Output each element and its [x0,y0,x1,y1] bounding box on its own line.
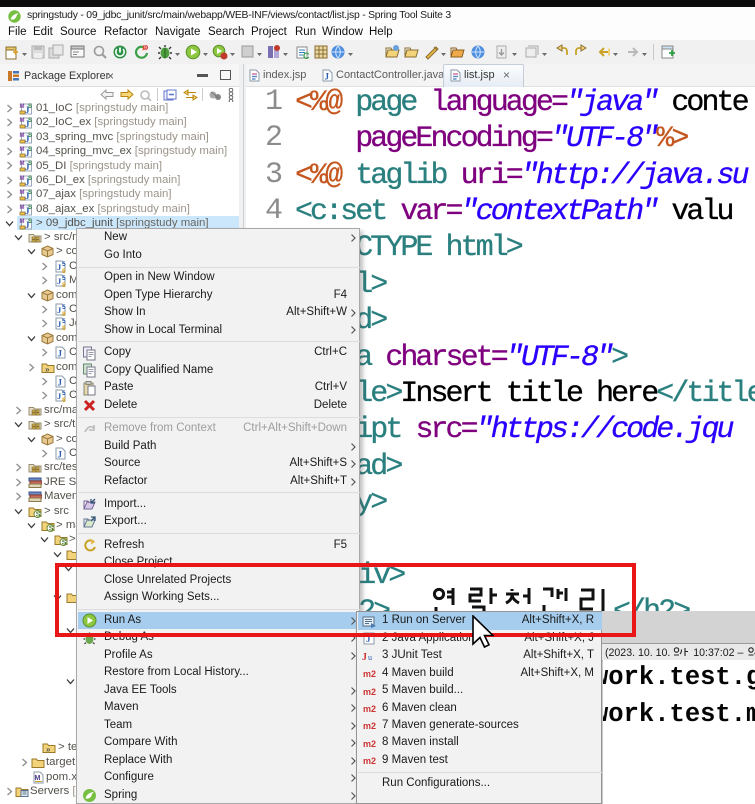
svg-text:M: M [20,147,25,153]
svg-text:»: » [45,365,50,374]
svg-text:M: M [35,775,41,782]
svg-text:8: 8 [62,268,66,273]
svg-text:S: S [28,147,32,153]
svg-text:»: » [46,745,51,754]
svg-text:m2: m2 [363,687,376,697]
svg-text:M: M [20,104,25,110]
svg-text:S: S [62,540,67,547]
svg-text:J: J [58,449,63,459]
svg-text:8: 8 [62,325,66,330]
svg-text:m2: m2 [363,721,376,731]
svg-text:S: S [28,190,32,196]
svg-text:S: S [28,133,32,139]
svg-text:5: 5 [62,275,66,282]
svg-text:8: 8 [62,282,66,287]
svg-text:m2: m2 [363,704,376,714]
svg-text:8: 8 [62,311,66,316]
svg-text:M: M [20,190,25,196]
svg-text:m2: m2 [363,739,376,749]
svg-text:5: 5 [62,390,66,397]
svg-text:m2: m2 [363,669,376,679]
svg-text:u: u [368,653,372,662]
svg-text:S: S [28,176,32,182]
svg-text:J: J [58,349,63,359]
svg-text:M: M [20,118,25,124]
svg-text:C: C [303,51,310,60]
svg-text:S: S [28,161,32,167]
svg-text:S: S [28,219,32,225]
svg-text:M: M [20,161,25,167]
svg-text:5: 5 [62,304,66,311]
svg-text:5: 5 [62,318,66,325]
svg-text:M: M [20,219,25,225]
svg-text:M: M [20,205,25,211]
svg-text:9: 9 [144,46,147,52]
svg-text:M: M [20,133,25,139]
svg-text:5: 5 [62,261,66,268]
svg-text:J: J [362,652,367,663]
svg-text:J: J [58,377,63,387]
svg-text:S: S [49,525,54,532]
svg-text:S: S [28,205,32,211]
svg-text:8: 8 [62,397,66,402]
svg-text:S: S [28,118,32,124]
svg-text:S: S [28,104,32,110]
svg-text:M: M [20,176,25,182]
svg-text:S: S [36,511,41,518]
svg-text:m2: m2 [363,756,376,766]
svg-text:J: J [325,71,330,81]
